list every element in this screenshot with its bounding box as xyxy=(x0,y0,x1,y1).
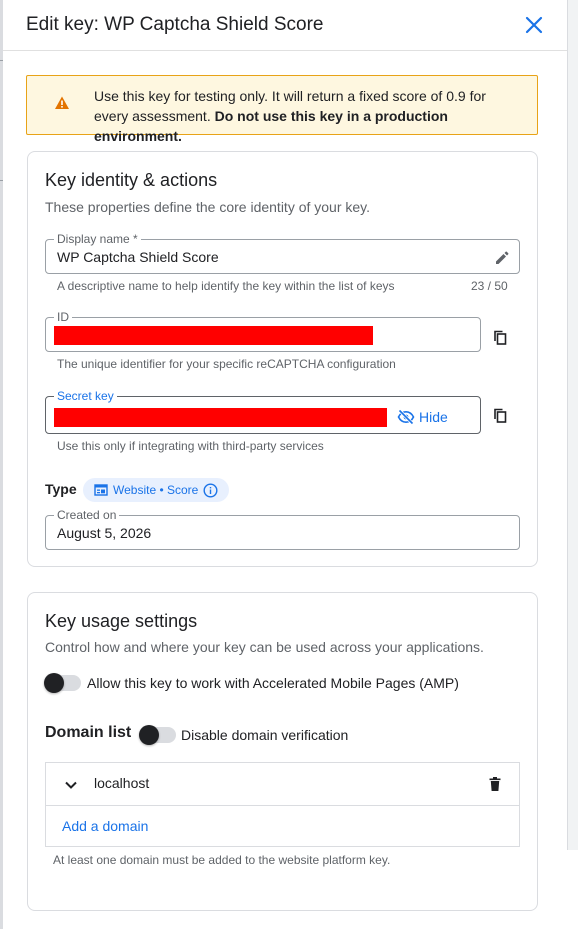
domain-list: localhost Add a domain xyxy=(45,762,520,847)
type-chip[interactable]: Website • Score xyxy=(83,478,230,502)
key-identity-card: Key identity & actions These properties … xyxy=(27,151,538,567)
type-chip-label: Website • Score xyxy=(113,483,199,497)
scrollbar-track[interactable] xyxy=(567,0,578,850)
usage-subtitle: Control how and where your key can be us… xyxy=(45,639,484,655)
visibility-off-icon xyxy=(397,409,415,425)
page-title: Edit key: WP Captcha Shield Score xyxy=(26,14,324,35)
id-field[interactable]: ID xyxy=(45,310,481,352)
edit-key-panel: Edit key: WP Captcha Shield Score Use th… xyxy=(3,0,567,929)
warning-icon xyxy=(55,96,69,109)
panel-header: Edit key: WP Captcha Shield Score xyxy=(3,0,567,51)
key-usage-card: Key usage settings Control how and where… xyxy=(27,592,538,911)
created-on-label: Created on xyxy=(54,508,120,522)
chevron-down-icon[interactable] xyxy=(63,777,79,793)
id-hint: The unique identifier for your specific … xyxy=(57,357,396,371)
delete-trash-icon[interactable] xyxy=(487,776,503,792)
web-icon xyxy=(94,484,108,496)
disable-domain-verification-toggle[interactable] xyxy=(139,725,176,745)
close-icon xyxy=(525,16,543,34)
warning-message: Use this key for testing only. It will r… xyxy=(94,86,524,146)
amp-toggle-label: Allow this key to work with Accelerated … xyxy=(87,675,459,691)
testing-warning-banner: Use this key for testing only. It will r… xyxy=(26,75,538,144)
usage-title: Key usage settings xyxy=(45,611,198,631)
display-name-label: Display name * xyxy=(54,232,141,246)
copy-id-icon[interactable] xyxy=(492,329,510,347)
copy-secret-key-icon[interactable] xyxy=(492,407,510,425)
identity-subtitle: These properties define the core identit… xyxy=(45,199,371,215)
amp-toggle[interactable] xyxy=(44,673,81,693)
amp-toggle-knob xyxy=(44,673,64,693)
type-label: Type xyxy=(45,481,77,497)
info-icon[interactable] xyxy=(203,482,218,498)
edit-pencil-icon[interactable] xyxy=(493,249,511,267)
domain-verification-toggle-knob xyxy=(139,725,159,745)
secret-key-hint: Use this only if integrating with third-… xyxy=(57,439,324,453)
display-name-value[interactable]: WP Captcha Shield Score xyxy=(57,249,219,265)
redacted-secret-key-value xyxy=(54,408,387,427)
redacted-id-value xyxy=(54,326,373,345)
id-label: ID xyxy=(54,310,72,324)
disable-domain-verification-label: Disable domain verification xyxy=(181,727,349,743)
identity-title: Key identity & actions xyxy=(45,170,218,190)
created-on-value: August 5, 2026 xyxy=(57,525,152,541)
secret-key-label: Secret key xyxy=(54,389,117,403)
display-name-counter: 23 / 50 xyxy=(471,279,508,293)
domain-footer-hint: At least one domain must be added to the… xyxy=(53,853,391,867)
display-name-hint: A descriptive name to help identify the … xyxy=(57,279,395,293)
add-domain-link[interactable]: Add a domain xyxy=(62,818,148,834)
hide-label: Hide xyxy=(419,409,448,425)
list-item[interactable]: localhost xyxy=(46,763,519,806)
domain-list-heading: Domain list xyxy=(45,724,132,741)
hide-secret-button[interactable]: Hide xyxy=(397,407,448,427)
display-name-field[interactable]: Display name * WP Captcha Shield Score xyxy=(45,232,520,274)
secret-key-field[interactable]: Secret key Hide xyxy=(45,389,481,434)
close-button[interactable] xyxy=(523,14,545,36)
domain-name: localhost xyxy=(94,775,150,791)
created-on-field: Created on August 5, 2026 xyxy=(45,508,520,550)
